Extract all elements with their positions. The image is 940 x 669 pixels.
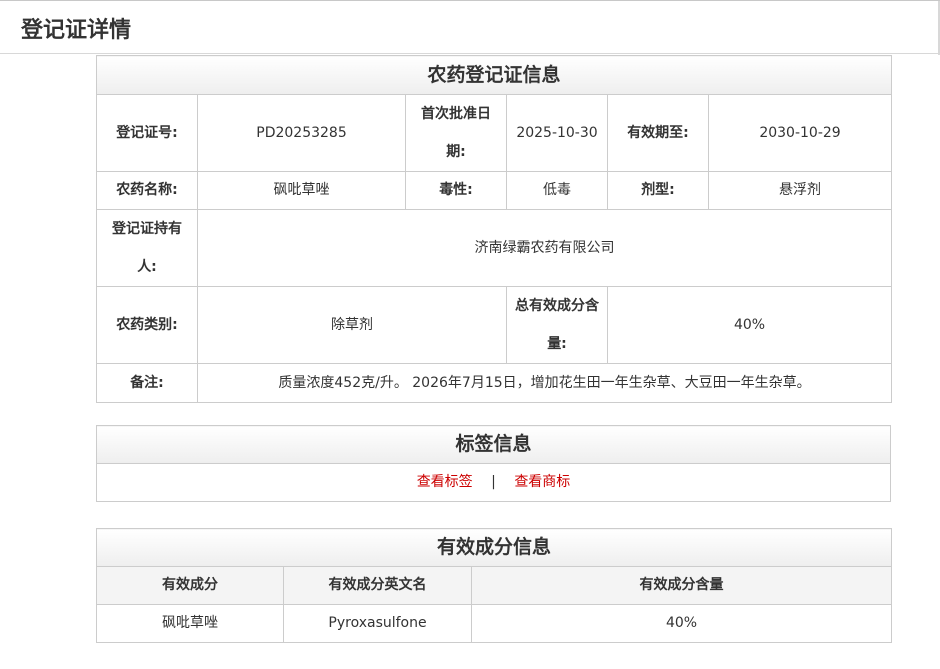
view-label-link[interactable]: 查看标签 bbox=[417, 474, 473, 490]
label-links-cell: 查看标签 | 查看商标 bbox=[96, 463, 891, 502]
ingredient-content: 40% bbox=[470, 604, 893, 643]
toxicity-value: 低毒 bbox=[506, 171, 608, 210]
label-info-caption: 标签信息 bbox=[96, 425, 891, 464]
ingredient-name: 砜吡草唑 bbox=[96, 604, 284, 643]
col-header-ingredient: 有效成分 bbox=[96, 566, 284, 605]
registration-table: 农药登记证信息 登记证号: PD20253285 首次批准日期: 2025-10… bbox=[95, 55, 893, 403]
remarks-label: 备注: bbox=[96, 363, 198, 403]
reg-no-label: 登记证号: bbox=[96, 94, 198, 172]
category-value: 除草剂 bbox=[197, 286, 507, 364]
label-info-table: 标签信息 查看标签 | 查看商标 bbox=[96, 425, 891, 502]
link-separator: | bbox=[491, 474, 496, 490]
ingredients-table: 有效成分信息 有效成分 有效成分英文名 有效成分含量 砜吡草唑 Pyroxasu… bbox=[95, 528, 893, 643]
toxicity-label: 毒性: bbox=[405, 171, 507, 210]
reg-no-value: PD20253285 bbox=[197, 94, 406, 172]
view-trademark-link[interactable]: 查看商标 bbox=[514, 474, 570, 490]
first-approval-label: 首次批准日期: bbox=[405, 94, 507, 172]
page-title: 登记证详情 bbox=[21, 18, 132, 43]
holder-label-text: 登记证持有人: bbox=[112, 221, 182, 275]
first-approval-label-text: 首次批准日期: bbox=[421, 106, 491, 160]
holder-value: 济南绿霸农药有限公司 bbox=[196, 209, 893, 287]
formulation-value: 悬浮剂 bbox=[707, 171, 893, 210]
table-row: 砜吡草唑 Pyroxasulfone 40% bbox=[96, 604, 893, 643]
valid-until-value: 2030-10-29 bbox=[707, 94, 893, 172]
col-header-content: 有效成分含量 bbox=[470, 566, 893, 605]
ingredients-caption: 有效成分信息 bbox=[95, 528, 893, 567]
col-header-english-name: 有效成分英文名 bbox=[283, 566, 472, 605]
first-approval-value: 2025-10-30 bbox=[506, 94, 608, 172]
category-label: 农药类别: bbox=[96, 286, 198, 364]
page-header: 登记证详情 bbox=[0, 0, 940, 55]
pesticide-name-value: 砜吡草唑 bbox=[197, 171, 406, 210]
ingredient-english-name: Pyroxasulfone bbox=[283, 604, 472, 643]
holder-label: 登记证持有人: bbox=[96, 209, 198, 287]
remarks-value: 质量浓度452克/升。 2026年7月15日，增加花生田一年生杂草、大豆田一年生… bbox=[196, 363, 893, 403]
total-content-label-text: 总有效成分含量: bbox=[515, 298, 599, 352]
formulation-label: 剂型: bbox=[607, 171, 709, 210]
valid-until-label: 有效期至: bbox=[607, 94, 709, 172]
pesticide-name-label: 农药名称: bbox=[96, 171, 198, 210]
total-content-value: 40% bbox=[606, 286, 893, 364]
total-content-label: 总有效成分含量: bbox=[506, 286, 608, 364]
registration-caption: 农药登记证信息 bbox=[95, 55, 893, 95]
